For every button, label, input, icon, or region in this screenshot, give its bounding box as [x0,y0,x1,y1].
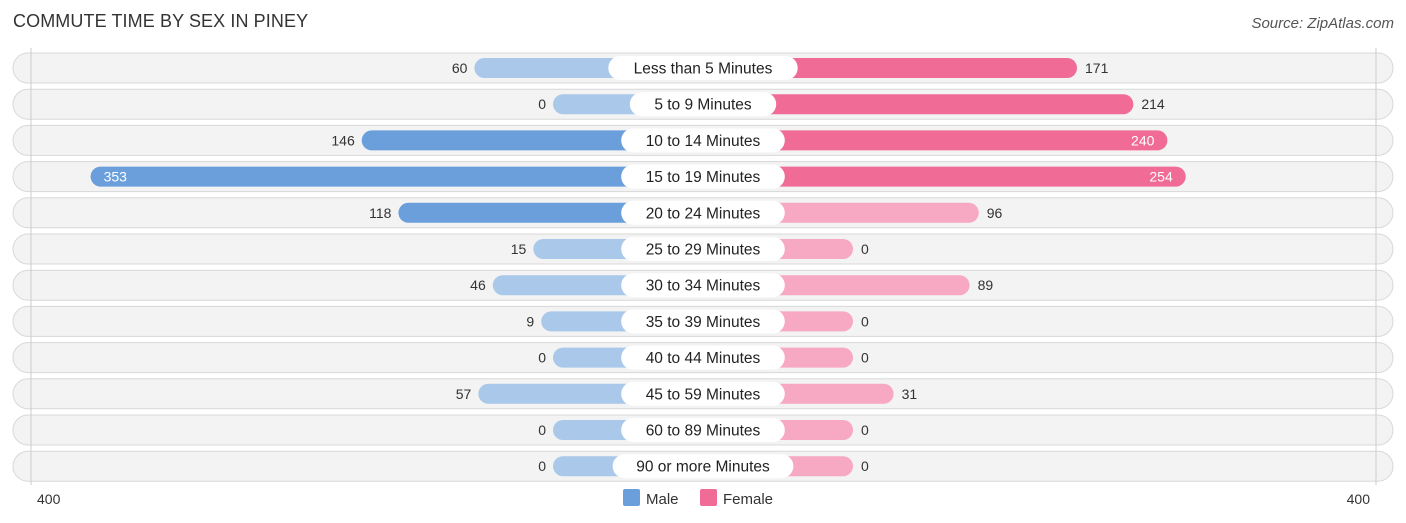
category-label: 60 to 89 Minutes [646,423,761,440]
row-2: 146 240 10 to 14 Minutes [12,124,1394,156]
category-label: 20 to 24 Minutes [646,205,761,222]
axis-label-left: 400 [37,491,61,507]
category-label: 5 to 9 Minutes [654,97,752,114]
category-label: 15 to 19 Minutes [646,169,761,186]
category-label: 25 to 29 Minutes [646,242,761,259]
bar-male [90,166,703,187]
row-5: 15 0 25 to 29 Minutes [12,233,1394,265]
value-label-female: 254 [1149,169,1173,185]
value-label-female: 0 [861,458,869,474]
value-label-male: 60 [452,60,468,76]
category-label: 40 to 44 Minutes [646,350,761,367]
legend-swatch-female [700,489,717,506]
row-6: 46 89 30 to 34 Minutes [12,269,1394,301]
value-label-female: 31 [902,386,918,402]
row-10: 0 0 60 to 89 Minutes [12,414,1394,446]
category-label: 90 or more Minutes [636,459,770,476]
category-label: 45 to 59 Minutes [646,386,761,403]
value-label-male: 0 [538,350,546,366]
value-label-female: 0 [861,313,869,329]
value-label-female: 171 [1085,60,1109,76]
row-4: 118 96 20 to 24 Minutes [12,197,1394,229]
row-7: 9 0 35 to 39 Minutes [12,305,1394,337]
row-0: 60 171 Less than 5 Minutes [12,52,1394,84]
value-label-female: 214 [1141,96,1165,112]
value-label-female: 240 [1131,132,1155,148]
value-label-male: 146 [331,132,355,148]
chart-canvas: 60 171 Less than 5 Minutes 0 214 5 to 9 Minut… [12,48,1394,508]
row-3: 353 254 15 to 19 Minutes [12,161,1394,193]
value-label-male: 0 [538,422,546,438]
legend-label-male: Male [646,491,679,508]
value-label-male: 0 [538,96,546,112]
category-label: 10 to 14 Minutes [646,133,761,150]
row-8: 0 0 40 to 44 Minutes [12,342,1394,374]
value-label-female: 0 [861,241,869,257]
category-label: 30 to 34 Minutes [646,278,761,295]
row-11: 0 0 90 or more Minutes [12,450,1394,482]
legend-swatch-male [623,489,640,506]
value-label-male: 118 [369,205,392,221]
legend-label-female: Female [723,491,773,508]
value-label-male: 46 [470,277,486,293]
axis-label-right: 400 [1347,491,1371,507]
value-label-female: 0 [861,350,869,366]
row-9: 57 31 45 to 59 Minutes [12,378,1394,410]
value-label-male: 0 [538,458,546,474]
value-label-female: 0 [861,422,869,438]
category-label: 35 to 39 Minutes [646,314,761,331]
category-label: Less than 5 Minutes [634,61,773,78]
value-label-male: 9 [526,313,534,329]
row-1: 0 214 5 to 9 Minutes [12,88,1394,120]
value-label-female: 89 [978,277,994,293]
value-label-male: 15 [511,241,527,257]
value-label-male: 353 [104,169,128,185]
value-label-female: 96 [987,205,1003,221]
value-label-male: 57 [456,386,472,402]
